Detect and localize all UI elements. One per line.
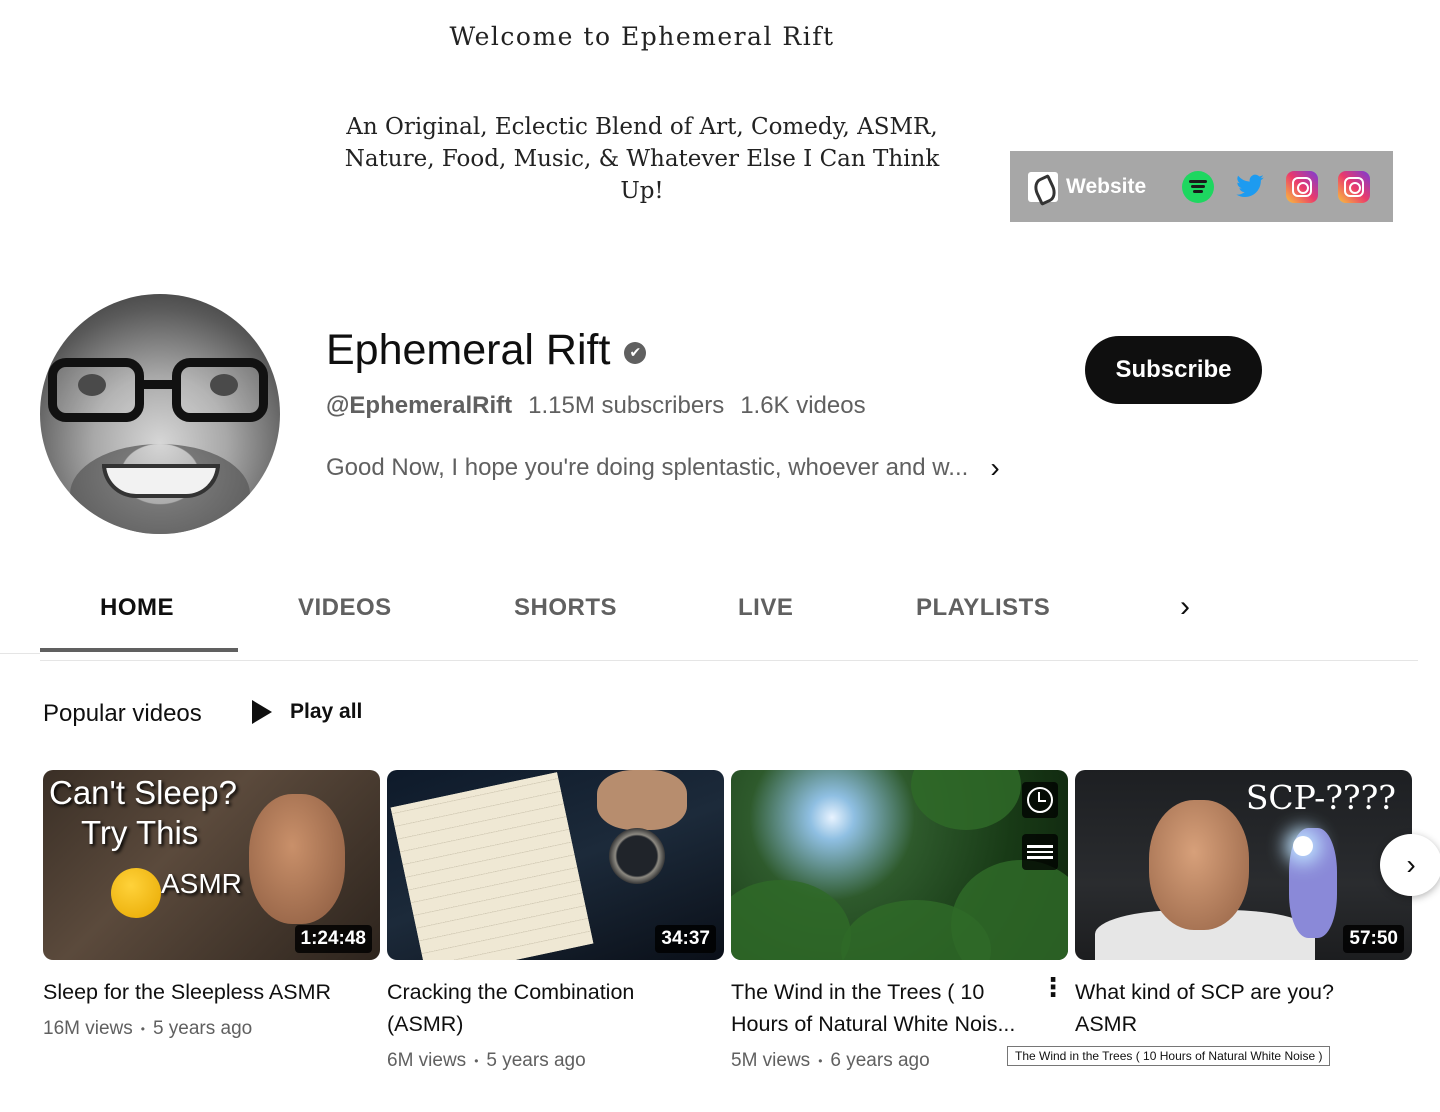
video-thumbnail[interactable] (731, 770, 1068, 960)
view-count: 5M views (731, 1050, 811, 1071)
video-card[interactable]: SCP-???? 57:50 What kind of SCP are you?… (1075, 770, 1412, 1040)
video-thumbnail[interactable]: Can't Sleep? Try This ASMR 1:24:48 (43, 770, 380, 960)
video-title[interactable]: The Wind in the Trees ( 10 Hours of Natu… (731, 976, 1068, 1040)
play-all-label: Play all (290, 700, 363, 723)
video-count: 1.6K videos (740, 392, 866, 419)
channel-description-text: Good Now, I hope you're doing splentasti… (326, 454, 969, 481)
verified-badge-icon: ✔ (624, 341, 647, 364)
channel-description[interactable]: Good Now, I hope you're doing splentasti… (326, 452, 1000, 484)
more-actions-icon[interactable]: ⋮ (1040, 972, 1066, 1003)
video-duration: 1:24:48 (294, 925, 372, 953)
channel-name: Ephemeral Rift ✔ (326, 326, 647, 375)
play-icon (252, 700, 272, 724)
tab-videos[interactable]: VIDEOS (298, 594, 392, 622)
divider (0, 653, 40, 654)
twitter-icon[interactable] (1234, 171, 1266, 203)
channel-banner: Welcome to Ephemeral Rift An Original, E… (0, 0, 1440, 250)
subscriber-count: 1.15M subscribers (528, 392, 725, 419)
scroll-next-chevron-icon[interactable]: › (1380, 834, 1440, 896)
add-to-queue-icon[interactable] (1022, 834, 1058, 870)
spotify-icon[interactable] (1182, 170, 1215, 203)
tab-shorts[interactable]: SHORTS (514, 594, 617, 622)
chevron-right-icon[interactable]: › (990, 452, 999, 484)
active-tab-indicator (40, 648, 238, 652)
upload-age: 5 years ago (152, 1018, 253, 1039)
view-count: 6M views (387, 1050, 467, 1071)
website-link[interactable]: Website (1028, 171, 1147, 202)
video-duration: 34:37 (655, 925, 716, 953)
video-title[interactable]: Cracking the Combination (ASMR) (387, 976, 724, 1040)
upload-age: 5 years ago (486, 1050, 586, 1071)
play-all-button[interactable]: Play all (252, 700, 362, 724)
instagram-icon[interactable] (1338, 170, 1371, 203)
video-card[interactable]: 34:37 Cracking the Combination (ASMR) 6M… (387, 770, 724, 1072)
video-thumbnail[interactable]: SCP-???? 57:50 (1075, 770, 1412, 960)
subscribe-button[interactable]: Subscribe (1085, 336, 1262, 404)
banner-subtitle: An Original, Eclectic Blend of Art, Come… (320, 111, 964, 207)
watch-later-icon[interactable] (1022, 782, 1058, 818)
video-title[interactable]: Sleep for the Sleepless ASMR (43, 976, 380, 1008)
thumbnail-text: Can't Sleep? (49, 774, 237, 811)
thumbnail-text: ASMR (161, 868, 242, 899)
channel-avatar[interactable] (40, 294, 280, 534)
thumbnail-text: SCP-???? (1245, 778, 1396, 817)
channel-meta: @EphemeralRift 1.15M subscribers 1.6K vi… (326, 392, 866, 420)
video-title[interactable]: What kind of SCP are you? ASMR (1075, 976, 1412, 1040)
video-card[interactable]: The Wind in the Trees ( 10 Hours of Natu… (731, 770, 1068, 1072)
website-icon (1028, 171, 1058, 202)
banner-title: Welcome to Ephemeral Rift (449, 22, 835, 51)
section-title: Popular videos (43, 700, 202, 727)
channel-handle: @EphemeralRift (326, 392, 513, 419)
thumbnail-text: Try This (81, 814, 199, 851)
tab-live[interactable]: LIVE (738, 594, 793, 622)
banner-subtitle-line-2: Nature, Food, Music, & Whatever Else I C… (344, 146, 940, 204)
video-card[interactable]: Can't Sleep? Try This ASMR 1:24:48 Sleep… (43, 770, 380, 1040)
video-thumbnail[interactable]: 34:37 (387, 770, 724, 960)
video-meta: 6M views • 5 years ago (387, 1050, 586, 1071)
channel-name-text: Ephemeral Rift (326, 326, 611, 374)
video-duration: 57:50 (1343, 925, 1404, 953)
view-count: 16M views (43, 1018, 133, 1039)
video-meta: 16M views • 5 years ago (43, 1018, 253, 1039)
title-tooltip: The Wind in the Trees ( 10 Hours of Natu… (1007, 1046, 1331, 1066)
channel-tabs: HOME VIDEOS SHORTS LIVE PLAYLISTS › (40, 574, 1418, 661)
tab-playlists[interactable]: PLAYLISTS (916, 594, 1050, 622)
tabs-scroll-right-icon[interactable]: › (1180, 590, 1190, 624)
banner-subtitle-line-1: An Original, Eclectic Blend of Art, Come… (346, 114, 938, 140)
instagram-icon[interactable] (1286, 170, 1319, 203)
banner-links: Website (1010, 151, 1393, 222)
website-link-label: Website (1066, 174, 1147, 198)
upload-age: 6 years ago (830, 1050, 930, 1071)
tab-home[interactable]: HOME (100, 594, 174, 622)
